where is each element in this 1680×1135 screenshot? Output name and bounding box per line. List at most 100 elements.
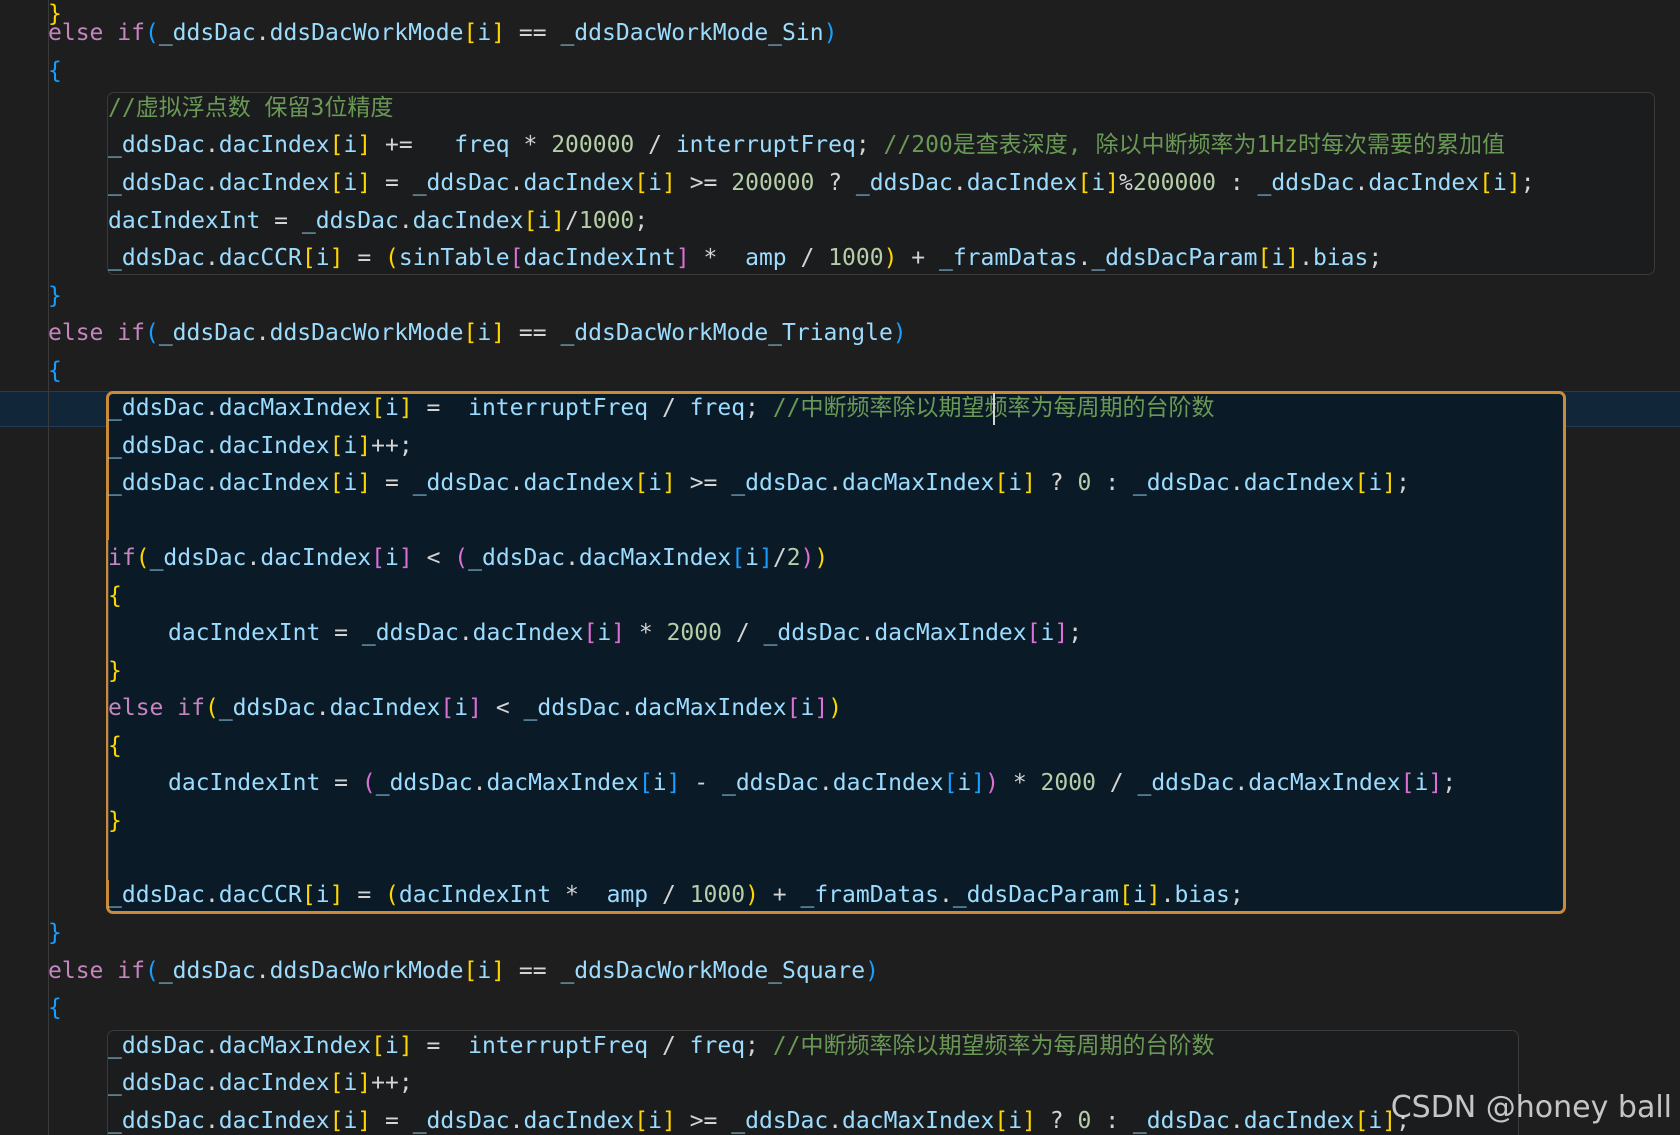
code-line[interactable]: _ddsDac.dacIndex[i]++; — [108, 428, 413, 465]
code-line[interactable]: _ddsDac.dacCCR[i] = (dacIndexInt * amp /… — [108, 877, 1244, 914]
identifier-token: i — [957, 770, 972, 796]
code-line[interactable]: _ddsDac.dacIndex[i] = _ddsDac.dacIndex[i… — [108, 465, 1410, 502]
code-line[interactable]: else if(_ddsDac.ddsDacWorkMode[i] == _dd… — [48, 15, 837, 52]
code-line[interactable]: if(_ddsDac.dacIndex[i] < (_ddsDac.dacMax… — [108, 540, 828, 577]
identifier-token: dacIndex — [218, 132, 330, 158]
bracket-token: ] — [1105, 170, 1120, 196]
operator-token: . — [255, 20, 270, 46]
operator-token: ; — [855, 132, 884, 158]
code-line[interactable]: dacIndexInt = _ddsDac.dacIndex[i] * 2000… — [168, 615, 1082, 652]
bracket-token: ( — [385, 245, 399, 271]
operator-token: . — [204, 1108, 219, 1134]
operator-token: % — [1119, 170, 1133, 196]
code-line[interactable]: dacIndexInt = _ddsDac.dacIndex[i]/1000; — [108, 203, 648, 240]
bracket-token: [ — [786, 695, 801, 721]
keyword-token: else — [48, 320, 104, 346]
code-line[interactable]: { — [108, 578, 122, 615]
identifier-token: _ddsDac — [158, 958, 256, 984]
identifier-token: freq — [689, 1033, 746, 1059]
operator-token: . — [204, 433, 219, 459]
code-line[interactable]: } — [108, 803, 122, 840]
bracket-token: [ — [463, 20, 478, 46]
bracket-token: [ — [731, 545, 746, 571]
identifier-token: i — [384, 395, 399, 421]
bracket-token: [ — [1400, 770, 1415, 796]
identifier-token: i — [315, 882, 330, 908]
keyword-token: else — [108, 695, 164, 721]
operator-token: . — [204, 1070, 219, 1096]
bracket-token: [ — [329, 433, 344, 459]
bracket-token: [ — [634, 1108, 649, 1134]
code-line[interactable]: { — [48, 53, 62, 90]
number-token: 200000 — [731, 170, 815, 196]
code-line[interactable]: _ddsDac.dacIndex[i] += freq * 200000 / i… — [108, 127, 1505, 164]
code-line[interactable]: else if(_ddsDac.ddsDacWorkMode[i] == _dd… — [48, 315, 907, 352]
bracket-token: ] — [491, 320, 506, 346]
bracket-token: [ — [301, 245, 316, 271]
bracket-token: [ — [371, 395, 385, 421]
code-line[interactable]: } — [108, 653, 122, 690]
bracket-token: ) — [883, 245, 898, 271]
identifier-token: i — [343, 132, 358, 158]
identifier-token: dacCCR — [218, 882, 302, 908]
bracket-token: ( — [135, 545, 150, 571]
keyword-token: if — [117, 320, 145, 346]
code-line[interactable]: } — [48, 278, 62, 315]
identifier-token: _ddsDac — [108, 1108, 205, 1134]
bracket-token: [ — [301, 882, 316, 908]
operator-token: ; — [1520, 170, 1535, 196]
bracket-token: ] — [1022, 470, 1036, 496]
code-line[interactable]: _ddsDac.dacIndex[i] = _ddsDac.dacIndex[i… — [108, 1103, 1410, 1135]
code-line[interactable]: { — [108, 728, 122, 765]
bracket-token: { — [48, 58, 62, 84]
code-line[interactable]: { — [48, 990, 62, 1027]
identifier-token: _ddsDac — [855, 170, 953, 196]
identifier-token: dacIndex — [1243, 1108, 1355, 1134]
identifier-token: dacIndex — [218, 170, 330, 196]
identifier-token: dacMaxIndex — [842, 470, 995, 496]
code-line[interactable]: { — [48, 353, 62, 390]
identifier-token: dacIndex — [260, 545, 372, 571]
code-line[interactable]: _ddsDac.dacMaxIndex[i] = interruptFreq /… — [108, 1028, 1214, 1065]
bracket-token: [ — [1354, 1108, 1369, 1134]
identifier-token: _ddsDac — [108, 433, 205, 459]
identifier-token: _ddsDac — [412, 1108, 510, 1134]
number-token: 0 — [1077, 470, 1092, 496]
identifier-token: dacIndex — [218, 433, 330, 459]
identifier-token: i — [454, 695, 469, 721]
comment-token: //中断频率除以期望频率为每周期的台阶数 — [772, 1033, 1215, 1059]
code-line[interactable]: //虚拟浮点数 保留3位精度 — [108, 90, 393, 127]
code-line[interactable]: dacIndexInt = (_ddsDac.dacMaxIndex[i] - … — [168, 765, 1456, 802]
code-line[interactable]: } — [48, 915, 62, 952]
bracket-token: ( — [361, 770, 376, 796]
code-line[interactable]: _ddsDac.dacMaxIndex[i] = interruptFreq /… — [108, 390, 1214, 427]
code-line[interactable]: _ddsDac.dacIndex[i] = _ddsDac.dacIndex[i… — [108, 165, 1535, 202]
identifier-token: _ddsDac — [468, 545, 566, 571]
code-line[interactable]: _ddsDac.dacIndex[i]++; — [108, 1065, 413, 1102]
identifier-token: dacIndex — [523, 170, 635, 196]
identifier-token: i — [597, 620, 612, 646]
identifier-token: _ddsDac — [108, 1033, 205, 1059]
bracket-token: [ — [943, 770, 958, 796]
identifier-token: _ddsDac — [731, 470, 829, 496]
keyword-token: else — [48, 958, 104, 984]
code-editor[interactable]: } else if(_ddsDac.ddsDacWorkMode[i] == _d… — [0, 0, 1680, 1135]
bracket-token: [ — [994, 470, 1009, 496]
operator-token: : — [1216, 170, 1258, 196]
operator-token: * — [689, 245, 746, 271]
operator-token: . — [315, 695, 330, 721]
code-line[interactable]: else if(_ddsDac.ddsDacWorkMode[i] == _dd… — [48, 953, 879, 990]
code-line[interactable]: else if(_ddsDac.dacIndex[i] < _ddsDac.da… — [108, 690, 842, 727]
operator-token: * — [999, 770, 1041, 796]
identifier-token: dacIndex — [218, 1108, 330, 1134]
operator-token: ? — [814, 170, 856, 196]
operator-token: == — [505, 958, 561, 984]
identifier-token: dacIndexInt — [108, 208, 261, 234]
identifier-token: _ddsDacWorkMode_Square — [560, 958, 866, 984]
identifier-token: i — [648, 1108, 662, 1134]
identifier-token: i — [343, 433, 358, 459]
bracket-token: [ — [329, 132, 344, 158]
identifier-token: amp — [745, 245, 787, 271]
code-line[interactable]: _ddsDac.dacCCR[i] = (sinTable[dacIndexIn… — [108, 240, 1382, 277]
bracket-token: ] — [491, 958, 506, 984]
